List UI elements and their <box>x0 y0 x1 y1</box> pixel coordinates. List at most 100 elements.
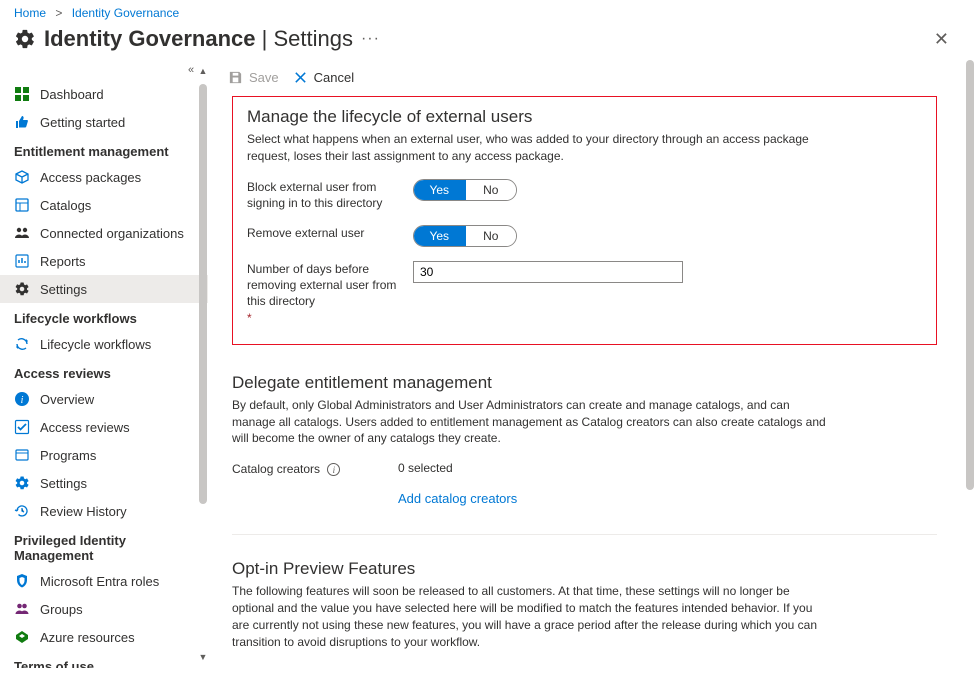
delegate-desc: By default, only Global Administrators a… <box>232 397 832 447</box>
cycle-icon <box>14 336 30 352</box>
days-input[interactable] <box>413 261 683 283</box>
report-icon <box>14 253 30 269</box>
catalog-icon <box>14 197 30 213</box>
block-signin-label: Block external user from signing in to t… <box>247 179 413 211</box>
check-icon <box>14 419 30 435</box>
title-bar: Identity Governance | Settings ··· ✕ <box>0 24 975 60</box>
add-creators-row: Add catalog creators <box>232 491 937 506</box>
scroll-up-icon[interactable]: ▲ <box>198 66 208 78</box>
lifecycle-desc: Select what happens when an external use… <box>247 131 847 165</box>
lifecycle-heading: Manage the lifecycle of external users <box>247 107 922 127</box>
sidebar-item-settings[interactable]: Settings <box>0 469 208 497</box>
breadcrumb-page[interactable]: Identity Governance <box>72 6 179 20</box>
optin-heading: Opt-in Preview Features <box>232 559 937 579</box>
sidebar-group-terms: Terms of use <box>0 651 208 668</box>
main-scrollbar[interactable] <box>965 60 975 668</box>
sidebar-item-programs[interactable]: Programs <box>0 441 208 469</box>
divider <box>232 534 937 535</box>
sidebar-item-label: Azure resources <box>40 630 135 645</box>
sidebar-scrollbar[interactable]: ▲ ▼ <box>198 60 208 668</box>
sidebar-item-access-reviews[interactable]: Access reviews <box>0 413 208 441</box>
toggle-no[interactable]: No <box>466 180 517 200</box>
gear-icon <box>14 281 30 297</box>
sidebar-item-review-history[interactable]: Review History <box>0 497 208 525</box>
groups-icon <box>14 601 30 617</box>
breadcrumb: Home > Identity Governance <box>0 0 975 24</box>
gear-icon <box>14 28 36 50</box>
program-icon <box>14 447 30 463</box>
sidebar-item-label: Overview <box>40 392 94 407</box>
delegate-heading: Delegate entitlement management <box>232 373 937 393</box>
more-button[interactable]: ··· <box>361 30 380 48</box>
block-signin-row: Block external user from signing in to t… <box>247 179 922 211</box>
save-icon <box>228 70 243 85</box>
block-signin-toggle[interactable]: Yes No <box>413 179 517 201</box>
scroll-down-icon[interactable]: ▼ <box>198 652 208 664</box>
sidebar-item-label: Programs <box>40 448 96 463</box>
catalog-creators-value: 0 selected <box>398 461 937 475</box>
close-button[interactable]: ✕ <box>934 29 949 50</box>
main-content: Save Cancel Manage the lifecycle of exte… <box>208 60 975 668</box>
toolbar: Save Cancel <box>208 60 975 95</box>
save-button[interactable]: Save <box>224 66 283 89</box>
sidebar-item-connected-organizations[interactable]: Connected organizations <box>0 219 208 247</box>
remove-user-toggle[interactable]: Yes No <box>413 225 517 247</box>
remove-user-row: Remove external user Yes No <box>247 225 922 247</box>
sidebar-item-label: Dashboard <box>40 87 104 102</box>
breadcrumb-separator: > <box>55 6 62 20</box>
gear2-icon <box>14 475 30 491</box>
sidebar-item-label: Lifecycle workflows <box>40 337 151 352</box>
sidebar-item-label: Access packages <box>40 170 141 185</box>
catalog-creators-label: Catalog creators i <box>232 461 398 477</box>
days-row: Number of days before removing external … <box>247 261 922 326</box>
sidebar-item-label: Reports <box>40 254 86 269</box>
sidebar-item-reports[interactable]: Reports <box>0 247 208 275</box>
cancel-icon <box>293 70 308 85</box>
svg-text:i: i <box>21 395 24 406</box>
roles-icon <box>14 573 30 589</box>
sidebar-item-label: Access reviews <box>40 420 130 435</box>
lifecycle-section: Manage the lifecycle of external users S… <box>232 96 937 345</box>
toggle-no[interactable]: No <box>466 226 517 246</box>
sidebar-item-dashboard[interactable]: Dashboard <box>0 80 208 108</box>
sidebar-item-access-packages[interactable]: Access packages <box>0 163 208 191</box>
sidebar-item-groups[interactable]: Groups <box>0 595 208 623</box>
sidebar-item-label: Review History <box>40 504 127 519</box>
azure-icon <box>14 629 30 645</box>
cancel-button[interactable]: Cancel <box>289 66 358 89</box>
sidebar-item-catalogs[interactable]: Catalogs <box>0 191 208 219</box>
sidebar-item-label: Settings <box>40 282 87 297</box>
delegate-section: Delegate entitlement management By defau… <box>232 373 937 507</box>
sidebar-item-getting-started[interactable]: Getting started <box>0 108 208 136</box>
info-icon[interactable]: i <box>327 463 340 476</box>
remove-user-label: Remove external user <box>247 225 413 241</box>
sidebar-group-lifecycle: Lifecycle workflows <box>0 303 208 330</box>
info-icon: i <box>14 391 30 407</box>
package-icon <box>14 169 30 185</box>
sidebar-item-microsoft-entra-roles[interactable]: Microsoft Entra roles <box>0 567 208 595</box>
sidebar-group-access: Access reviews <box>0 358 208 385</box>
sidebar-item-settings[interactable]: Settings <box>0 275 208 303</box>
optin-desc: The following features will soon be rele… <box>232 583 832 650</box>
optin-section: Opt-in Preview Features The following fe… <box>232 559 937 668</box>
sidebar-group-pim: Privileged Identity Management <box>0 525 208 567</box>
history-icon <box>14 503 30 519</box>
sidebar-item-overview[interactable]: i Overview <box>0 385 208 413</box>
sidebar-item-label: Catalogs <box>40 198 91 213</box>
catalog-creators-row: Catalog creators i 0 selected <box>232 461 937 477</box>
add-catalog-creators-link[interactable]: Add catalog creators <box>398 491 517 506</box>
toggle-yes[interactable]: Yes <box>414 180 466 200</box>
sidebar-item-lifecycle-workflows[interactable]: Lifecycle workflows <box>0 330 208 358</box>
breadcrumb-home[interactable]: Home <box>14 6 46 20</box>
dashboard-icon <box>14 86 30 102</box>
like-icon <box>14 114 30 130</box>
sidebar-item-label: Connected organizations <box>40 226 184 241</box>
page-title: Identity Governance | Settings <box>44 26 353 52</box>
people-icon <box>14 225 30 241</box>
sidebar-group-entitlement: Entitlement management <box>0 136 208 163</box>
days-label: Number of days before removing external … <box>247 261 413 326</box>
toggle-yes[interactable]: Yes <box>414 226 466 246</box>
sidebar-item-label: Settings <box>40 476 87 491</box>
sidebar-item-label: Groups <box>40 602 83 617</box>
sidebar-item-azure-resources[interactable]: Azure resources <box>0 623 208 651</box>
